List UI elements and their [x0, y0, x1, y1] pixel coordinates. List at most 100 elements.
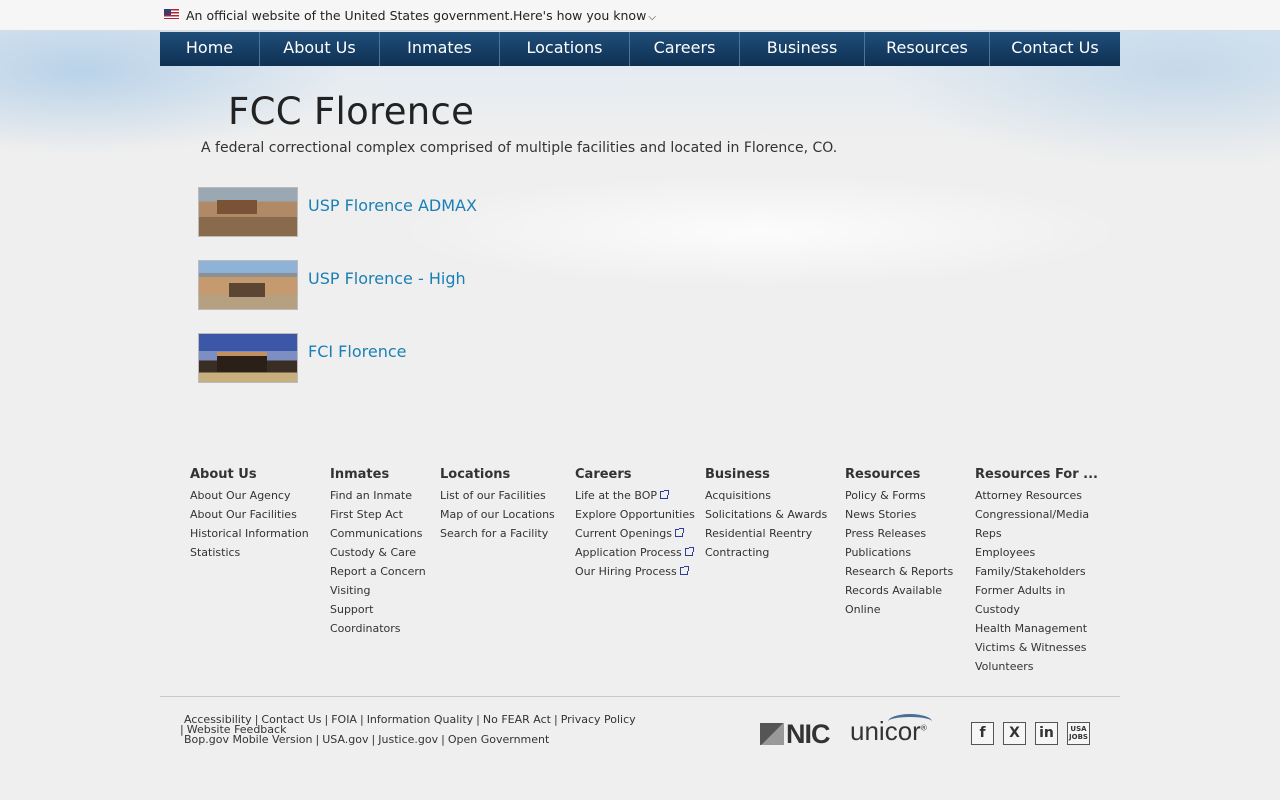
facility-thumbnail[interactable]	[198, 260, 298, 310]
footer-link[interactable]: Acquisitions	[705, 486, 827, 505]
footer-link[interactable]: Search for a Facility	[440, 524, 555, 543]
nav-business[interactable]: Business	[740, 32, 865, 66]
chevron-down-icon: ⌵	[648, 12, 656, 23]
footer-link[interactable]: Employees	[975, 543, 1098, 562]
footer-link[interactable]: Reps	[975, 524, 1098, 543]
how-you-know-link[interactable]: Here's how you know ⌵	[513, 8, 656, 23]
footer-link[interactable]: Report a Concern	[330, 562, 426, 581]
linkedin-icon[interactable]: in	[1035, 722, 1058, 745]
footer-col-locations: Locations List of our Facilities Map of …	[440, 467, 555, 543]
footer-heading[interactable]: About Us	[190, 467, 309, 482]
footer-link[interactable]: Our Hiring Process	[575, 562, 695, 581]
footer-link[interactable]: Attorney Resources	[975, 486, 1098, 505]
nav-careers[interactable]: Careers	[630, 32, 740, 66]
footer-link[interactable]: Volunteers	[975, 657, 1098, 676]
footer-link[interactable]: Custody	[975, 600, 1098, 619]
footer-link[interactable]: Current Openings	[575, 524, 695, 543]
nav-inmates[interactable]: Inmates	[380, 32, 500, 66]
footer-col-about: About Us About Our Agency About Our Faci…	[190, 467, 309, 562]
nav-home[interactable]: Home	[160, 32, 260, 66]
footer-link[interactable]: Residential Reentry	[705, 524, 827, 543]
page-subtitle: A federal correctional complex comprised…	[201, 140, 838, 156]
nav-resources[interactable]: Resources	[865, 32, 990, 66]
footer-link[interactable]: Visiting	[330, 581, 426, 600]
footer-link[interactable]: Victims & Witnesses	[975, 638, 1098, 657]
facility-link[interactable]: USP Florence ADMAX	[308, 196, 477, 215]
footer-link[interactable]: Map of our Locations	[440, 505, 555, 524]
usagov-link[interactable]: USA.gov	[322, 733, 368, 746]
nic-logo[interactable]: NIC	[760, 719, 830, 750]
footer-link[interactable]: Solicitations & Awards	[705, 505, 827, 524]
footer-link[interactable]: Publications	[845, 543, 953, 562]
footer-link[interactable]: Life at the BOP	[575, 486, 695, 505]
footer-link-label: Our Hiring Process	[575, 565, 677, 578]
footer-link[interactable]: Contracting	[705, 543, 827, 562]
footer-link[interactable]: Congressional/Media	[975, 505, 1098, 524]
footer-heading[interactable]: Resources For ...	[975, 467, 1098, 482]
footer-link[interactable]: Family/Stakeholders	[975, 562, 1098, 581]
footer-col-inmates: Inmates Find an Inmate First Step Act Co…	[330, 467, 426, 638]
nav-about-us[interactable]: About Us	[260, 32, 380, 66]
unicor-logo[interactable]: unicor®	[850, 714, 932, 747]
footer-divider	[160, 696, 1120, 697]
justice-link[interactable]: Justice.gov	[378, 733, 438, 746]
foia-link[interactable]: FOIA	[331, 713, 357, 726]
info-quality-link[interactable]: Information Quality	[367, 713, 473, 726]
footer-link-label: Application Process	[575, 546, 682, 559]
usajobs-text-bottom: JOBS	[1069, 733, 1088, 741]
footer-link[interactable]: Application Process	[575, 543, 695, 562]
facility-item: USP Florence - High	[198, 260, 698, 312]
footer-link[interactable]: First Step Act	[330, 505, 426, 524]
no-fear-link[interactable]: No FEAR Act	[483, 713, 551, 726]
footer-link[interactable]: Records Available	[845, 581, 953, 600]
privacy-link[interactable]: Privacy Policy	[561, 713, 636, 726]
footer-col-resources-for: Resources For ... Attorney Resources Con…	[975, 467, 1098, 676]
nav-locations[interactable]: Locations	[500, 32, 630, 66]
footer-link[interactable]: Press Releases	[845, 524, 953, 543]
facility-item: USP Florence ADMAX	[198, 187, 698, 239]
footer-heading[interactable]: Locations	[440, 467, 555, 482]
footer-link[interactable]: List of our Facilities	[440, 486, 555, 505]
facility-item: FCI Florence	[198, 333, 698, 385]
facility-thumbnail[interactable]	[198, 187, 298, 237]
footer-link[interactable]: Research & Reports	[845, 562, 953, 581]
footer-link[interactable]: Custody & Care	[330, 543, 426, 562]
footer-link[interactable]: News Stories	[845, 505, 953, 524]
us-flag-icon	[164, 9, 179, 19]
footer-link[interactable]: Coordinators	[330, 619, 426, 638]
footer-link[interactable]: Support	[330, 600, 426, 619]
footer-heading[interactable]: Resources	[845, 467, 953, 482]
open-gov-link[interactable]: Open Government	[448, 733, 549, 746]
footer-link[interactable]: Explore Opportunities	[575, 505, 695, 524]
footer-link[interactable]: Policy & Forms	[845, 486, 953, 505]
external-link-icon	[660, 490, 670, 499]
footer-heading[interactable]: Inmates	[330, 467, 426, 482]
nic-logo-text: NIC	[786, 719, 830, 749]
footer-link[interactable]: About Our Agency	[190, 486, 309, 505]
nav-contact-us[interactable]: Contact Us	[990, 32, 1120, 66]
mobile-version-link[interactable]: Bop.gov Mobile Version	[184, 733, 313, 746]
x-twitter-icon[interactable]: X	[1003, 722, 1026, 745]
footer-heading[interactable]: Business	[705, 467, 827, 482]
facility-link[interactable]: FCI Florence	[308, 342, 406, 361]
footer-link[interactable]: Former Adults in	[975, 581, 1098, 600]
footer-heading[interactable]: Careers	[575, 467, 695, 482]
footer-link[interactable]: About Our Facilities	[190, 505, 309, 524]
footer-link-label: Current Openings	[575, 527, 672, 540]
how-you-know-label: Here's how you know	[513, 8, 647, 23]
footer-link[interactable]: Find an Inmate	[330, 486, 426, 505]
footer-link[interactable]: Online	[845, 600, 953, 619]
facebook-icon[interactable]: f	[971, 722, 994, 745]
facility-thumbnail[interactable]	[198, 333, 298, 383]
gov-banner: An official website of the United States…	[0, 0, 1280, 31]
footer-link[interactable]: Communications	[330, 524, 426, 543]
footer-col-resources: Resources Policy & Forms News Stories Pr…	[845, 467, 953, 619]
usajobs-icon[interactable]: USA JOBS	[1067, 722, 1090, 745]
footer-link[interactable]: Statistics	[190, 543, 309, 562]
footer-col-business: Business Acquisitions Solicitations & Aw…	[705, 467, 827, 562]
footer-link[interactable]: Historical Information	[190, 524, 309, 543]
footer-link[interactable]: Health Management	[975, 619, 1098, 638]
main-nav: Home About Us Inmates Locations Careers …	[160, 32, 1120, 66]
nic-mark-icon	[760, 723, 784, 745]
facility-link[interactable]: USP Florence - High	[308, 269, 466, 288]
